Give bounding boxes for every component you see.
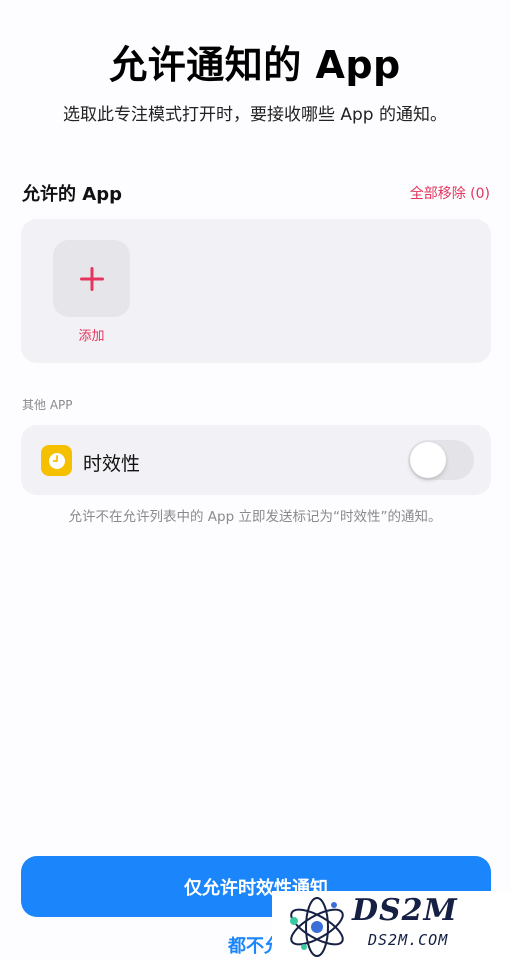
page-subtitle: 选取此专注模式打开时，要接收哪些 App 的通知。 xyxy=(62,105,448,125)
allowed-apps-header: 允许的 App 全部移除 (0) xyxy=(22,180,490,206)
page-title: 允许通知的 App xyxy=(109,43,401,87)
allowed-apps-card: 添加 xyxy=(21,219,491,363)
watermark: DS2M DS2M.COM xyxy=(272,891,510,959)
time-sensitive-label: 时效性 xyxy=(83,453,141,475)
time-sensitive-row: 时效性 xyxy=(21,425,491,495)
other-apps-label: 其他 APP xyxy=(22,398,73,412)
watermark-brand: DS2M xyxy=(352,893,458,928)
time-sensitive-toggle[interactable] xyxy=(408,440,474,480)
toggle-knob xyxy=(410,442,446,478)
add-app-label[interactable]: 添加 xyxy=(53,325,130,344)
atom-logo-icon xyxy=(290,897,344,957)
allowed-apps-title: 允许的 App xyxy=(22,184,122,205)
time-sensitive-footnote: 允许不在允许列表中的 App 立即发送标记为“时效性”的通知。 xyxy=(68,509,442,525)
remove-all-button[interactable]: 全部移除 (0) xyxy=(410,183,490,203)
add-app-button[interactable] xyxy=(53,240,130,317)
clock-icon xyxy=(41,445,72,476)
watermark-domain: DS2M.COM xyxy=(368,931,449,949)
plus-icon xyxy=(79,266,104,291)
